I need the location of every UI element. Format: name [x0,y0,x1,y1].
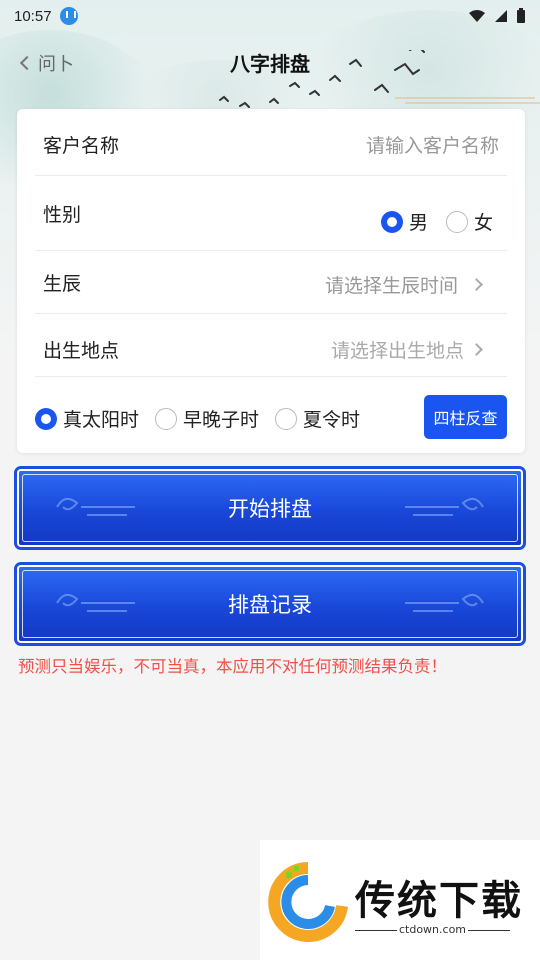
gender-option-label: 男 [408,212,428,234]
customer-name-input[interactable]: 请输入客户名称 [366,131,499,158]
birth-place-label: 出生地点 [43,340,120,362]
radio-checked-icon [380,210,403,233]
radio-unchecked-icon [275,407,298,430]
watermark-brand: 传统下载 [355,878,523,924]
birth-time-placeholder: 请选择生辰时间 [324,275,458,297]
birth-time-row[interactable]: 生辰 请选择生辰时间 [35,251,507,314]
status-icons [468,8,526,24]
cloud-pattern-icon [56,593,135,612]
download-icon [59,7,78,25]
radio-unchecked-icon [155,407,178,430]
chevron-right-icon [470,343,483,356]
customer-name-label: 客户名称 [43,135,120,157]
birth-place-picker[interactable]: 请选择出生地点 [330,336,483,363]
cloud-pattern-icon [405,497,484,516]
radio-unchecked-icon [445,210,468,233]
chart-records-label: 排盘记录 [228,593,312,617]
gender-row: 性别 男 女 [35,176,507,251]
gender-radio-group: 男 女 [380,208,493,235]
time-mode-true-solar[interactable]: 真太阳时 [35,405,139,432]
ctdown-logo-icon [268,862,348,942]
time-mode-early-late-zi[interactable]: 早晚子时 [155,405,259,432]
chevron-right-icon [470,278,483,291]
gender-option-male[interactable]: 男 [380,208,428,235]
gender-option-label: 女 [473,212,493,234]
time-mode-label: 早晚子时 [183,409,260,431]
battery-icon [517,8,525,23]
disclaimer-text: 预测只当娱乐，不可当真，本应用不对任何预测结果负责！ [18,657,447,676]
time-mode-label: 夏令时 [303,409,361,431]
gender-label: 性别 [43,204,82,226]
status-bar: 10:57 [0,0,540,32]
cloud-pattern-icon [405,593,484,612]
wifi-icon [469,10,485,22]
time-mode-label: 真太阳时 [63,409,140,431]
start-chart-button[interactable]: 开始排盘 [17,469,523,547]
navigation-bar: 问卜 八字排盘 [0,40,540,108]
gender-option-female[interactable]: 女 [445,208,493,235]
chart-records-button[interactable]: 排盘记录 [17,565,523,643]
customer-name-row[interactable]: 客户名称 请输入客户名称 [35,109,507,176]
birth-time-label: 生辰 [43,273,82,295]
watermark-url: ctdown.com [398,923,467,936]
sizhu-reverse-lookup-button[interactable]: 四柱反查 [424,395,507,439]
birth-time-picker[interactable]: 请选择生辰时间 [324,271,483,298]
radio-checked-icon [35,407,57,430]
start-chart-label: 开始排盘 [228,497,312,521]
time-mode-radio-group: 真太阳时 早晚子时 夏令时 [35,405,360,432]
time-mode-daylight-saving[interactable]: 夏令时 [275,405,360,432]
watermark: 传统下载 ctdown.com [260,840,540,960]
signal-icon [495,10,507,22]
birth-place-row[interactable]: 出生地点 请选择出生地点 [35,314,507,377]
cloud-pattern-icon [56,497,135,516]
birth-place-placeholder: 请选择出生地点 [330,340,464,362]
form-card: 客户名称 请输入客户名称 性别 男 女 生辰 请选择生辰时间 出生地点 请选择出… [17,109,525,453]
status-time: 10:57 [14,7,52,25]
